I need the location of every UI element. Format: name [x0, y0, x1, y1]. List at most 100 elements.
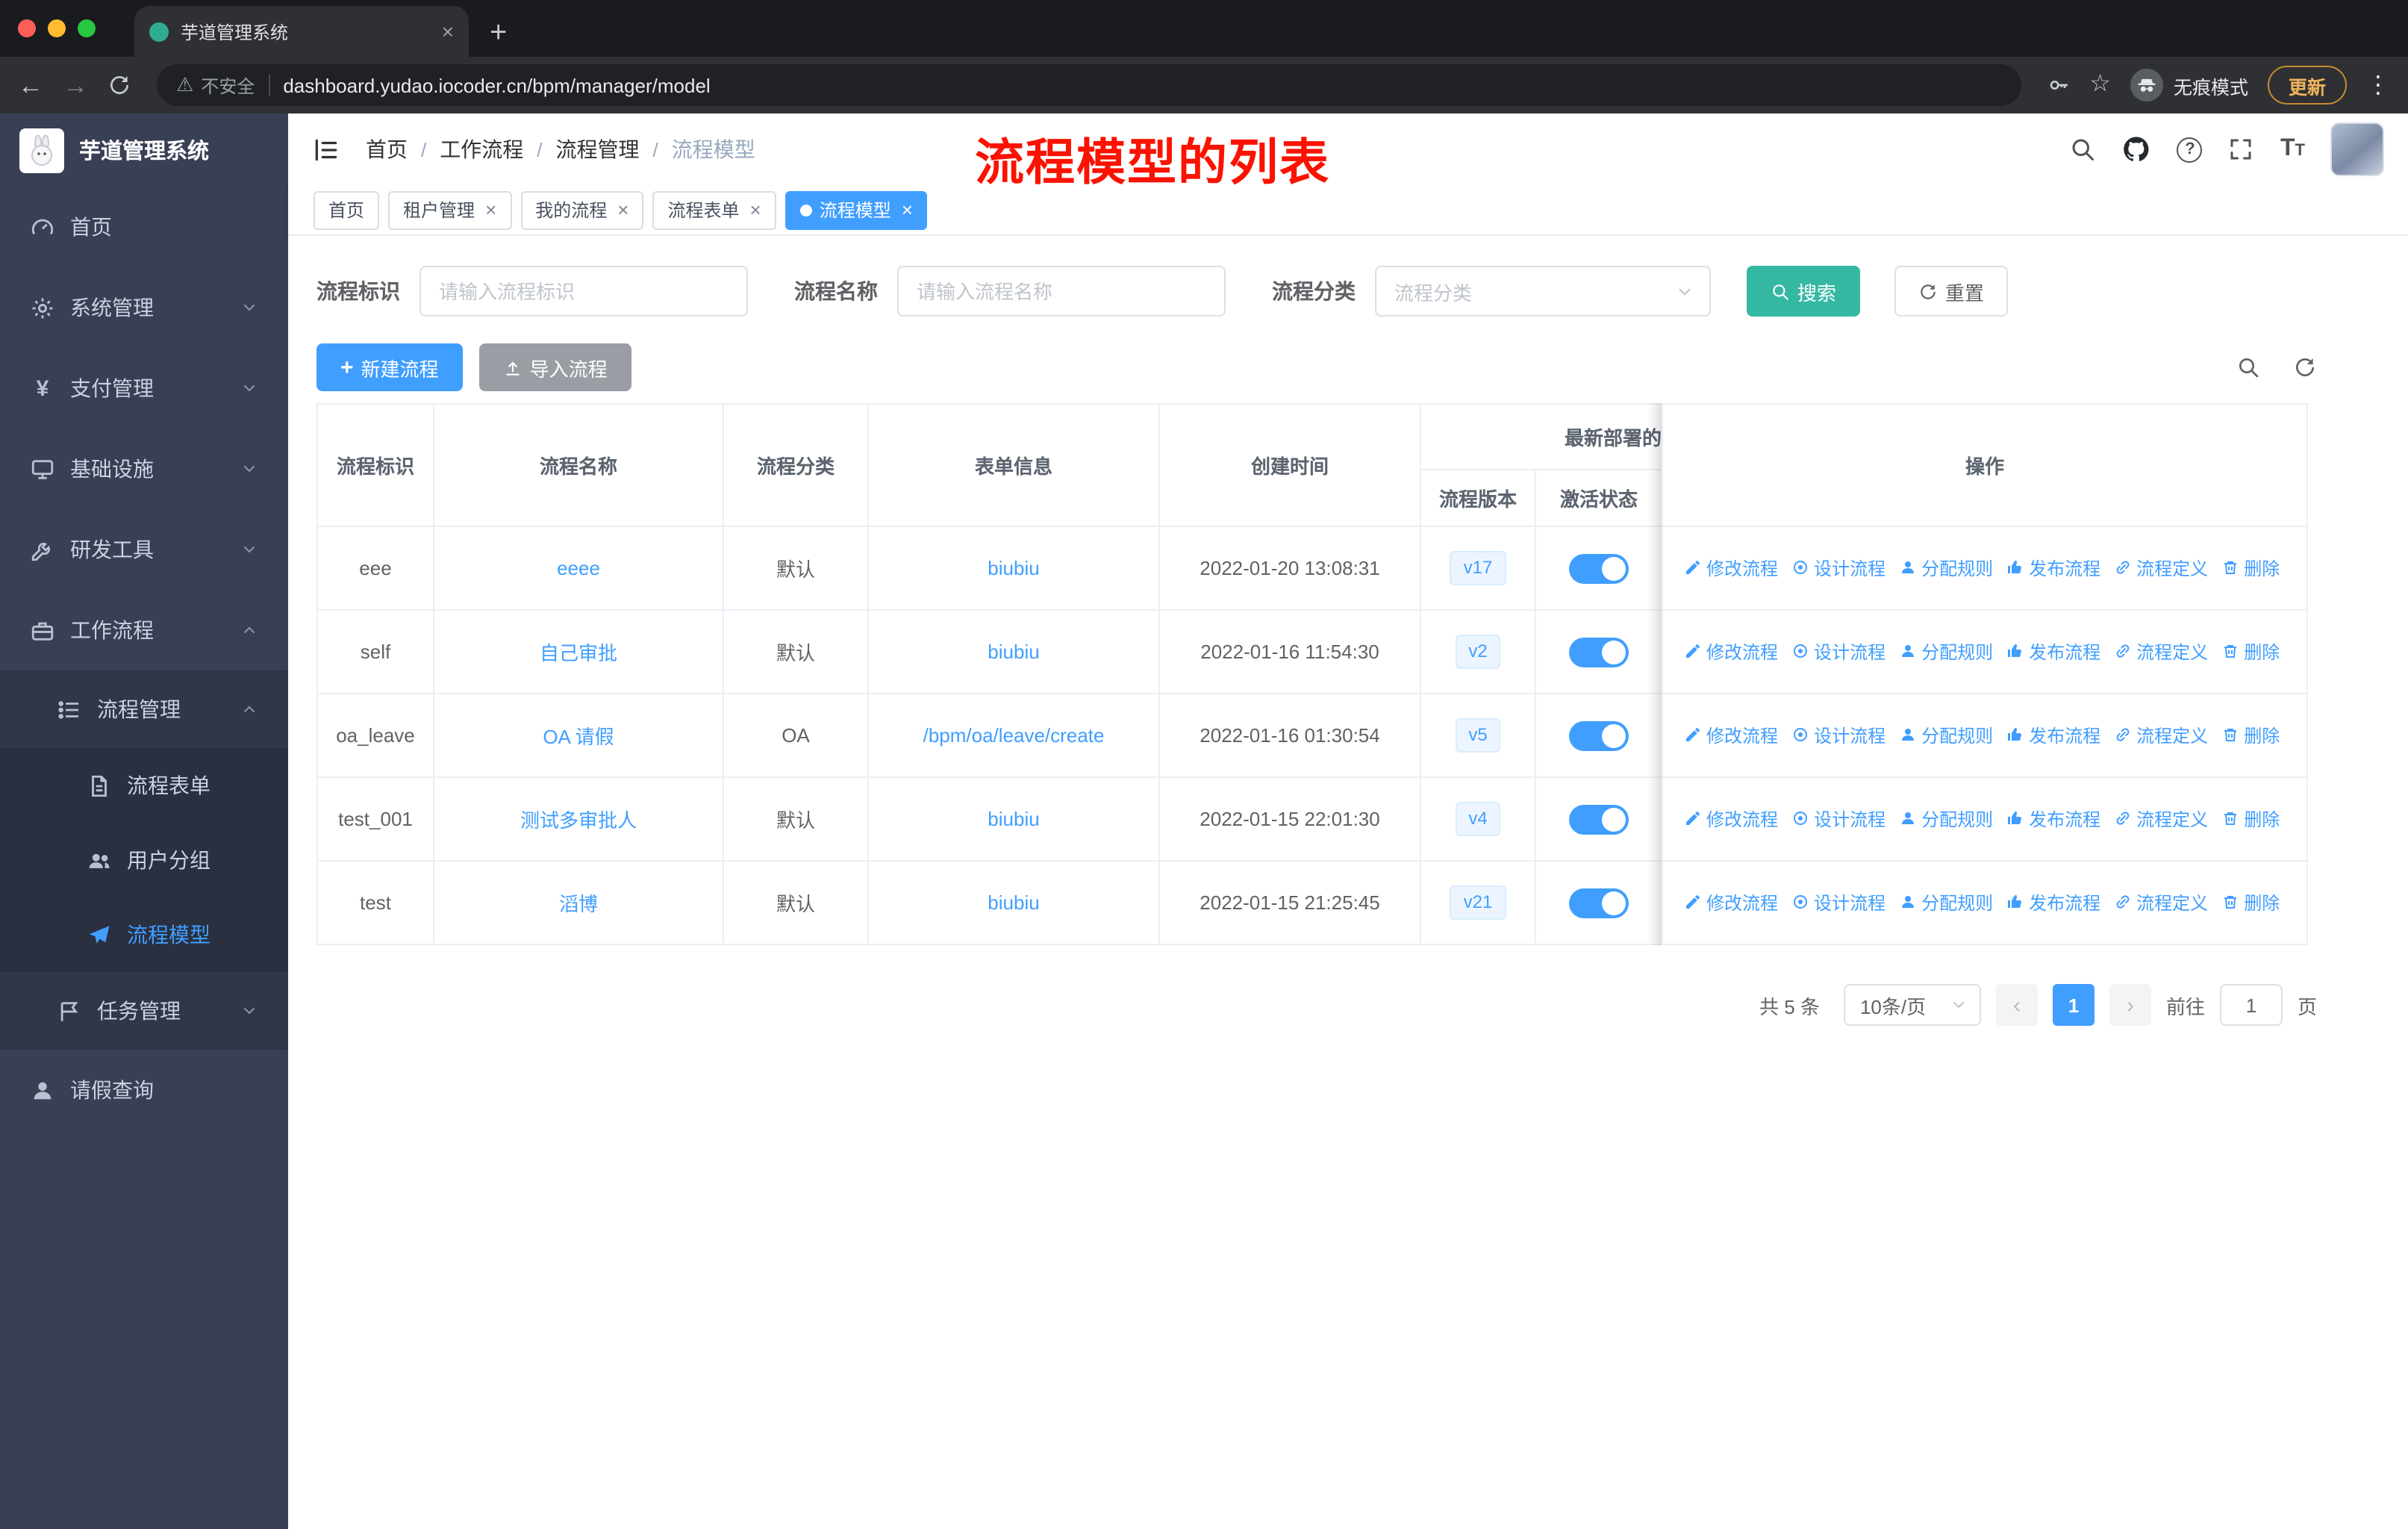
edit-process-link[interactable]: 修改流程: [1684, 806, 1778, 832]
address-bar[interactable]: ⚠ 不安全 dashboard.yudao.iocoder.cn/bpm/mana…: [157, 64, 2021, 106]
sidebar-item-process-form[interactable]: 流程表单: [0, 748, 288, 823]
next-page-button[interactable]: ›: [2109, 984, 2151, 1026]
browser-tab[interactable]: 芋道管理系统 ×: [134, 6, 469, 57]
forward-icon[interactable]: →: [63, 72, 88, 98]
prev-page-button[interactable]: ‹: [1995, 984, 2038, 1026]
reload-icon[interactable]: [107, 73, 131, 97]
process-name-link[interactable]: 滔博: [559, 893, 598, 915]
search-toggle-icon[interactable]: [2236, 355, 2260, 379]
tag-process-model[interactable]: 流程模型 ×: [785, 190, 928, 229]
process-id-input[interactable]: [419, 266, 748, 317]
process-name-link[interactable]: OA 请假: [543, 726, 614, 748]
active-toggle[interactable]: [1569, 804, 1629, 834]
sidebar-item-process-management[interactable]: 流程管理: [0, 670, 288, 748]
sidebar-item-infrastructure[interactable]: 基础设施: [0, 429, 288, 509]
edit-process-link[interactable]: 修改流程: [1684, 555, 1778, 581]
assign-rule-link[interactable]: 分配规则: [1899, 723, 1993, 748]
fullscreen-icon[interactable]: [2228, 136, 2255, 163]
design-process-link[interactable]: 设计流程: [1791, 639, 1885, 664]
design-process-link[interactable]: 设计流程: [1791, 806, 1885, 832]
version-badge[interactable]: v4: [1455, 802, 1501, 836]
version-badge[interactable]: v21: [1450, 885, 1506, 920]
design-process-link[interactable]: 设计流程: [1791, 555, 1885, 581]
delete-link[interactable]: 删除: [2221, 639, 2280, 664]
tag-my-process[interactable]: 我的流程 ×: [520, 190, 644, 229]
form-info-link[interactable]: biubiu: [988, 641, 1039, 663]
assign-rule-link[interactable]: 分配规则: [1899, 639, 1993, 664]
design-process-link[interactable]: 设计流程: [1791, 723, 1885, 748]
minimize-window-button[interactable]: [48, 19, 66, 37]
edit-process-link[interactable]: 修改流程: [1684, 890, 1778, 915]
edit-process-link[interactable]: 修改流程: [1684, 723, 1778, 748]
breadcrumb-process-management[interactable]: 流程管理: [556, 134, 640, 164]
browser-menu-icon[interactable]: ⋮: [2366, 70, 2390, 100]
sidebar-item-home[interactable]: 首页: [0, 187, 288, 267]
close-icon[interactable]: ×: [617, 200, 628, 219]
update-button[interactable]: 更新: [2267, 66, 2347, 105]
delete-link[interactable]: 删除: [2221, 555, 2280, 581]
sidebar-item-process-model[interactable]: 流程模型: [0, 897, 288, 972]
process-definition-link[interactable]: 流程定义: [2114, 555, 2208, 581]
tag-process-form[interactable]: 流程表单 ×: [652, 190, 776, 229]
assign-rule-link[interactable]: 分配规则: [1899, 806, 1993, 832]
maximize-window-button[interactable]: [78, 19, 96, 37]
assign-rule-link[interactable]: 分配规则: [1899, 890, 1993, 915]
reset-button[interactable]: 重置: [1894, 266, 2009, 317]
active-toggle[interactable]: [1569, 553, 1629, 583]
publish-process-link[interactable]: 发布流程: [2006, 639, 2100, 664]
process-definition-link[interactable]: 流程定义: [2114, 639, 2208, 664]
back-icon[interactable]: ←: [18, 72, 43, 98]
refresh-table-icon[interactable]: [2293, 355, 2317, 379]
user-avatar[interactable]: [2330, 122, 2384, 176]
font-size-icon[interactable]: TT: [2280, 137, 2305, 161]
process-name-link[interactable]: eeee: [557, 557, 600, 579]
help-icon[interactable]: ?: [2177, 137, 2203, 162]
close-icon[interactable]: ×: [902, 200, 913, 219]
delete-link[interactable]: 删除: [2221, 723, 2280, 748]
new-tab-button[interactable]: +: [490, 18, 507, 48]
process-name-input[interactable]: [897, 266, 1226, 317]
publish-process-link[interactable]: 发布流程: [2006, 890, 2100, 915]
edit-process-link[interactable]: 修改流程: [1684, 639, 1778, 664]
process-name-link[interactable]: 自己审批: [540, 642, 617, 664]
design-process-link[interactable]: 设计流程: [1791, 890, 1885, 915]
sidebar-collapse-icon[interactable]: [312, 135, 340, 164]
form-info-link[interactable]: /bpm/oa/leave/create: [923, 724, 1105, 747]
publish-process-link[interactable]: 发布流程: [2006, 723, 2100, 748]
process-definition-link[interactable]: 流程定义: [2114, 890, 2208, 915]
delete-link[interactable]: 删除: [2221, 890, 2280, 915]
tag-home[interactable]: 首页: [314, 190, 380, 229]
assign-rule-link[interactable]: 分配规则: [1899, 555, 1993, 581]
active-toggle[interactable]: [1569, 720, 1629, 750]
github-icon[interactable]: [2122, 134, 2152, 164]
bookmark-star-icon[interactable]: ☆: [2089, 72, 2111, 97]
publish-process-link[interactable]: 发布流程: [2006, 555, 2100, 581]
page-number-current[interactable]: 1: [2052, 984, 2094, 1026]
form-info-link[interactable]: biubiu: [988, 808, 1039, 830]
delete-link[interactable]: 删除: [2221, 806, 2280, 832]
sidebar-item-system[interactable]: 系统管理: [0, 267, 288, 348]
app-logo-row[interactable]: 芋道管理系统: [0, 113, 288, 187]
active-toggle[interactable]: [1569, 888, 1629, 918]
version-badge[interactable]: v5: [1455, 718, 1501, 753]
page-size-select[interactable]: 10条/页: [1843, 984, 1981, 1026]
search-icon[interactable]: [2070, 136, 2097, 163]
key-icon[interactable]: [2046, 73, 2070, 97]
breadcrumb-home[interactable]: 首页: [366, 134, 408, 164]
version-badge[interactable]: v17: [1450, 551, 1506, 585]
tab-close-icon[interactable]: ×: [442, 21, 454, 42]
sidebar-item-leave-query[interactable]: 请假查询: [0, 1050, 288, 1130]
form-info-link[interactable]: biubiu: [988, 891, 1039, 914]
sidebar-item-workflow[interactable]: 工作流程: [0, 590, 288, 670]
process-definition-link[interactable]: 流程定义: [2114, 806, 2208, 832]
tag-tenant-management[interactable]: 租户管理 ×: [388, 190, 512, 229]
breadcrumb-workflow[interactable]: 工作流程: [440, 134, 523, 164]
search-button[interactable]: 搜索: [1747, 266, 1861, 317]
process-name-link[interactable]: 测试多审批人: [520, 809, 637, 832]
sidebar-item-devtools[interactable]: 研发工具: [0, 509, 288, 590]
active-toggle[interactable]: [1569, 637, 1629, 667]
close-window-button[interactable]: [18, 19, 36, 37]
sidebar-item-payment[interactable]: ¥ 支付管理: [0, 348, 288, 429]
security-warning[interactable]: ⚠ 不安全: [176, 72, 255, 98]
import-process-button[interactable]: 导入流程: [478, 343, 631, 391]
